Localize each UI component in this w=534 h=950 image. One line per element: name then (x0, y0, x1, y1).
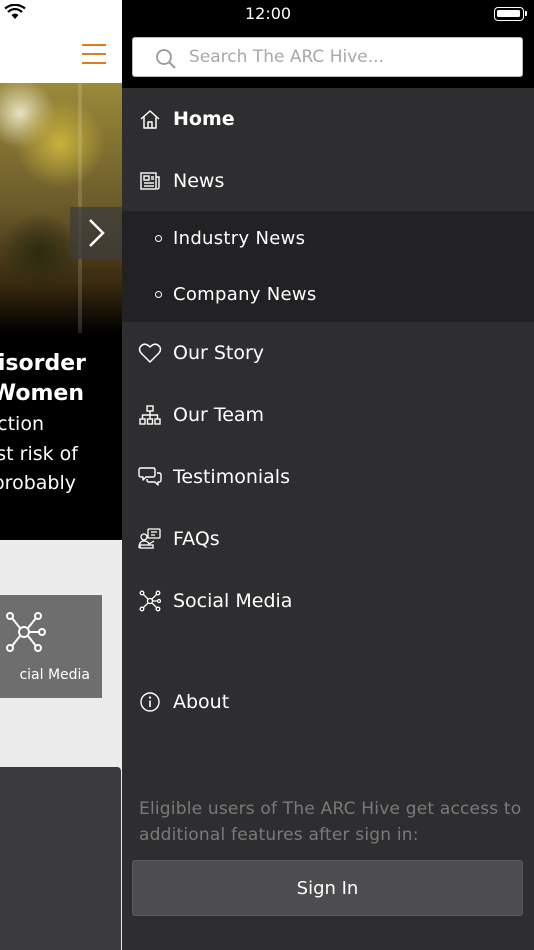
nav-item-faqs[interactable]: FAQs (122, 508, 534, 570)
nav-label: Our Story (173, 342, 265, 364)
status-time: 12:00 (245, 4, 292, 23)
tile-label: cial Media (19, 667, 90, 683)
nav-label: FAQs (173, 528, 220, 550)
bullet-icon (155, 291, 162, 298)
app-header (0, 28, 122, 83)
wifi-icon (4, 4, 26, 19)
home-icon (138, 107, 162, 131)
nav-label: Home (173, 108, 235, 130)
search-icon (156, 49, 176, 69)
navigation-drawer: Home News Industry News Company News Our… (122, 28, 534, 950)
faq-icon (138, 527, 162, 551)
nav-label: Social Media (173, 590, 293, 612)
info-icon (138, 690, 162, 714)
nav-item-testimonials[interactable]: Testimonials (122, 446, 534, 508)
background-app: Disorder Women ction est risk of probabl… (0, 0, 122, 950)
nav-item-home[interactable]: Home (122, 88, 534, 150)
hero-body-line: est risk of (0, 443, 78, 465)
nav-label: Company News (173, 284, 317, 305)
status-bar: 12:00 (0, 0, 534, 28)
search-bar (122, 28, 534, 88)
chevron-right-icon (89, 219, 105, 247)
nav-label: About (173, 691, 230, 713)
sign-in-button[interactable]: Sign In (132, 860, 523, 916)
nav-item-our-story[interactable]: Our Story (122, 322, 534, 384)
battery-icon (494, 7, 527, 21)
search-input[interactable] (189, 38, 509, 76)
nav-label: Industry News (173, 228, 306, 249)
search-box[interactable] (132, 37, 523, 77)
hero-carousel: Disorder Women ction est risk of probabl… (0, 83, 122, 540)
nav-item-about[interactable]: About (122, 671, 534, 733)
hero-title-line: Women (0, 381, 84, 406)
hero-body-line: probably (0, 472, 76, 494)
nav-item-news[interactable]: News (122, 150, 534, 212)
nav-label: Testimonials (173, 466, 290, 488)
org-chart-icon (138, 403, 162, 427)
newspaper-icon (138, 169, 162, 193)
carousel-next-button[interactable] (70, 207, 122, 259)
hamburger-icon[interactable] (82, 44, 106, 64)
nav-label: Our Team (173, 404, 265, 426)
nav-item-industry-news[interactable]: Industry News (122, 211, 534, 266)
heart-icon (138, 341, 162, 365)
sign-in-info-text: Eligible users of The ARC Hive get acces… (139, 799, 522, 845)
nav-item-company-news[interactable]: Company News (122, 267, 534, 322)
hero-title-line: Disorder (0, 351, 86, 376)
bullet-icon (155, 235, 162, 242)
background-card (0, 767, 121, 950)
hero-body-line: ction (0, 413, 44, 435)
nav-label: News (173, 170, 225, 192)
network-icon (6, 612, 46, 652)
nav-item-social-media[interactable]: Social Media (122, 570, 534, 632)
news-submenu: Industry News Company News (122, 211, 534, 322)
chat-bubbles-icon (138, 465, 162, 489)
nav-item-our-team[interactable]: Our Team (122, 384, 534, 446)
network-icon (138, 589, 162, 613)
